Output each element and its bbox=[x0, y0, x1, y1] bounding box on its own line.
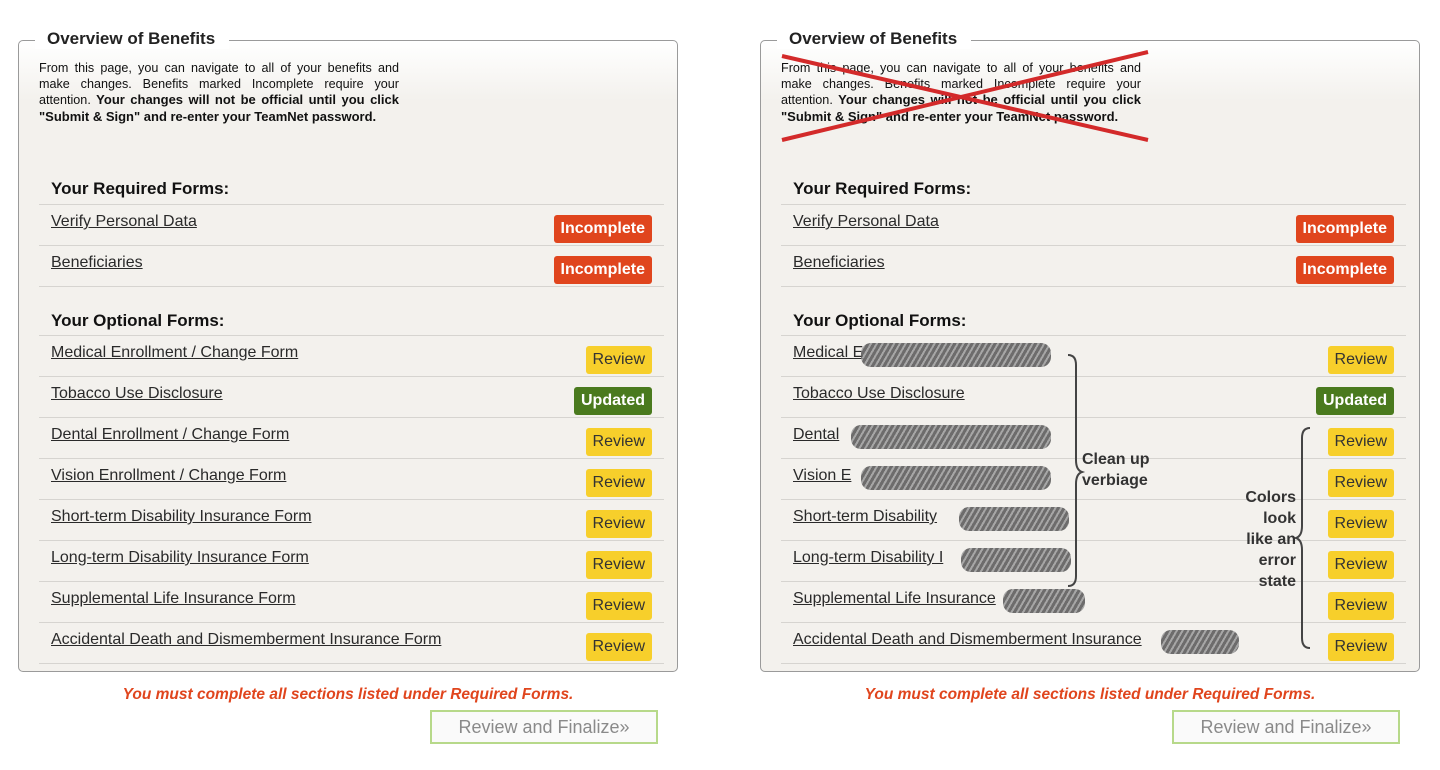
form-row: Dental Enrollment / Change Form Review bbox=[39, 417, 664, 458]
form-row: Verify Personal Data Incomplete bbox=[39, 204, 664, 245]
annotation-line: look bbox=[1263, 510, 1296, 527]
overview-fieldset: Overview of Benefits From this page, you… bbox=[760, 29, 1420, 672]
form-link-beneficiaries[interactable]: Beneficiaries bbox=[793, 254, 885, 272]
form-row: Long-term Disability I Review bbox=[781, 540, 1406, 581]
form-row: Tobacco Use Disclosure Updated bbox=[781, 376, 1406, 417]
status-badge-incomplete[interactable]: Incomplete bbox=[553, 215, 652, 243]
panel-legend: Overview of Benefits bbox=[35, 29, 230, 49]
form-row: Short-term Disability Review bbox=[781, 499, 1406, 540]
form-row: Tobacco Use Disclosure Updated bbox=[39, 376, 664, 417]
scribble-redaction bbox=[861, 343, 1051, 367]
form-link-short-term-disability[interactable]: Short-term Disability Insurance Form bbox=[51, 508, 312, 526]
form-link-short-term-disability[interactable]: Short-term Disability bbox=[793, 508, 937, 526]
form-link-tobacco[interactable]: Tobacco Use Disclosure bbox=[793, 385, 965, 403]
status-badge-review[interactable]: Review bbox=[1327, 469, 1394, 497]
form-link-accidental-death[interactable]: Accidental Death and Dismemberment Insur… bbox=[51, 631, 441, 649]
optional-forms-list: Medical E Review Tobacco Use Disclosure Up… bbox=[781, 335, 1406, 664]
status-badge-review[interactable]: Review bbox=[585, 469, 652, 497]
form-row: Supplemental Life Insurance Review bbox=[781, 581, 1406, 622]
benefits-panel-original: Overview of Benefits From this page, you… bbox=[18, 29, 678, 744]
optional-forms-title: Your Optional Forms: bbox=[793, 311, 967, 330]
status-badge-incomplete[interactable]: Incomplete bbox=[1295, 256, 1394, 284]
form-link-long-term-disability[interactable]: Long-term Disability I bbox=[793, 549, 943, 567]
status-badge-review[interactable]: Review bbox=[1327, 551, 1394, 579]
status-badge-review[interactable]: Review bbox=[1327, 428, 1394, 456]
status-badge-review[interactable]: Review bbox=[585, 551, 652, 579]
form-row: Short-term Disability Insurance Form Revi… bbox=[39, 499, 664, 540]
form-row: Supplemental Life Insurance Form Review bbox=[39, 581, 664, 622]
form-link-tobacco[interactable]: Tobacco Use Disclosure bbox=[51, 385, 223, 403]
form-link-beneficiaries[interactable]: Beneficiaries bbox=[51, 254, 143, 272]
form-link-medical[interactable]: Medical Enrollment / Change Form bbox=[51, 344, 298, 362]
required-forms-title: Your Required Forms: bbox=[51, 179, 230, 198]
form-row: Vision Enrollment / Change Form Review bbox=[39, 458, 664, 499]
form-link-verify-personal-data[interactable]: Verify Personal Data bbox=[793, 213, 939, 231]
form-link-long-term-disability[interactable]: Long-term Disability Insurance Form bbox=[51, 549, 309, 567]
required-forms-list: Verify Personal Data Incomplete Benefici… bbox=[39, 204, 664, 287]
panel-legend: Overview of Benefits bbox=[777, 29, 972, 49]
optional-forms-list: Medical Enrollment / Change Form Review T… bbox=[39, 335, 664, 664]
annotation-colors: Colors look like an error state bbox=[1210, 487, 1296, 592]
status-badge-updated[interactable]: Updated bbox=[1316, 387, 1394, 415]
status-badge-incomplete[interactable]: Incomplete bbox=[553, 256, 652, 284]
form-row: Accidental Death and Dismemberment Insur… bbox=[781, 622, 1406, 664]
form-link-supplemental-life[interactable]: Supplemental Life Insurance bbox=[793, 590, 996, 608]
annotation-line: Clean up bbox=[1082, 451, 1150, 468]
scribble-redaction bbox=[1003, 589, 1085, 613]
form-row: Medical E Review bbox=[781, 335, 1406, 376]
annotation-clean-up: Clean up verbiage bbox=[1082, 449, 1150, 491]
overview-fieldset: Overview of Benefits From this page, you… bbox=[18, 29, 678, 672]
annotation-line: verbiage bbox=[1082, 472, 1148, 489]
form-link-medical[interactable]: Medical E bbox=[793, 344, 863, 362]
form-row: Beneficiaries Incomplete bbox=[781, 245, 1406, 287]
status-badge-review[interactable]: Review bbox=[585, 510, 652, 538]
annotation-line: Colors bbox=[1245, 489, 1296, 506]
annotation-line: state bbox=[1258, 573, 1296, 590]
intro-text: From this page, you can navigate to all … bbox=[781, 61, 1141, 125]
form-link-accidental-death[interactable]: Accidental Death and Dismemberment Insur… bbox=[793, 631, 1142, 649]
status-badge-review[interactable]: Review bbox=[1327, 592, 1394, 620]
scribble-redaction bbox=[959, 507, 1069, 531]
form-row: Verify Personal Data Incomplete bbox=[781, 204, 1406, 245]
status-badge-review[interactable]: Review bbox=[1327, 633, 1394, 661]
review-finalize-button[interactable]: Review and Finalize» bbox=[430, 710, 658, 744]
scribble-redaction bbox=[961, 548, 1071, 572]
required-forms-title: Your Required Forms: bbox=[793, 179, 972, 198]
form-row: Medical Enrollment / Change Form Review bbox=[39, 335, 664, 376]
status-badge-review[interactable]: Review bbox=[1327, 510, 1394, 538]
form-row: Accidental Death and Dismemberment Insur… bbox=[39, 622, 664, 664]
required-forms-message: You must complete all sections listed un… bbox=[122, 686, 574, 703]
required-forms-message: You must complete all sections listed un… bbox=[864, 686, 1316, 703]
form-link-dental[interactable]: Dental bbox=[793, 426, 839, 444]
status-badge-review[interactable]: Review bbox=[585, 592, 652, 620]
scribble-redaction bbox=[851, 425, 1051, 449]
form-link-vision[interactable]: Vision E bbox=[793, 467, 851, 485]
annotation-line: error bbox=[1258, 552, 1296, 569]
status-badge-updated[interactable]: Updated bbox=[574, 387, 652, 415]
status-badge-review[interactable]: Review bbox=[585, 346, 652, 374]
annotation-line: like an bbox=[1246, 531, 1296, 548]
form-link-dental[interactable]: Dental Enrollment / Change Form bbox=[51, 426, 289, 444]
form-link-supplemental-life[interactable]: Supplemental Life Insurance Form bbox=[51, 590, 296, 608]
form-row: Long-term Disability Insurance Form Revie… bbox=[39, 540, 664, 581]
form-row: Beneficiaries Incomplete bbox=[39, 245, 664, 287]
scribble-redaction bbox=[1161, 630, 1239, 654]
status-badge-review[interactable]: Review bbox=[585, 428, 652, 456]
intro-text: From this page, you can navigate to all … bbox=[39, 61, 399, 125]
scribble-redaction bbox=[861, 466, 1051, 490]
required-forms-list: Verify Personal Data Incomplete Benefici… bbox=[781, 204, 1406, 287]
status-badge-review[interactable]: Review bbox=[1327, 346, 1394, 374]
status-badge-review[interactable]: Review bbox=[585, 633, 652, 661]
optional-forms-title: Your Optional Forms: bbox=[51, 311, 225, 330]
form-link-verify-personal-data[interactable]: Verify Personal Data bbox=[51, 213, 197, 231]
status-badge-incomplete[interactable]: Incomplete bbox=[1295, 215, 1394, 243]
review-finalize-button[interactable]: Review and Finalize» bbox=[1172, 710, 1400, 744]
benefits-panel-annotated: Overview of Benefits From this page, you… bbox=[760, 29, 1420, 744]
form-link-vision[interactable]: Vision Enrollment / Change Form bbox=[51, 467, 286, 485]
